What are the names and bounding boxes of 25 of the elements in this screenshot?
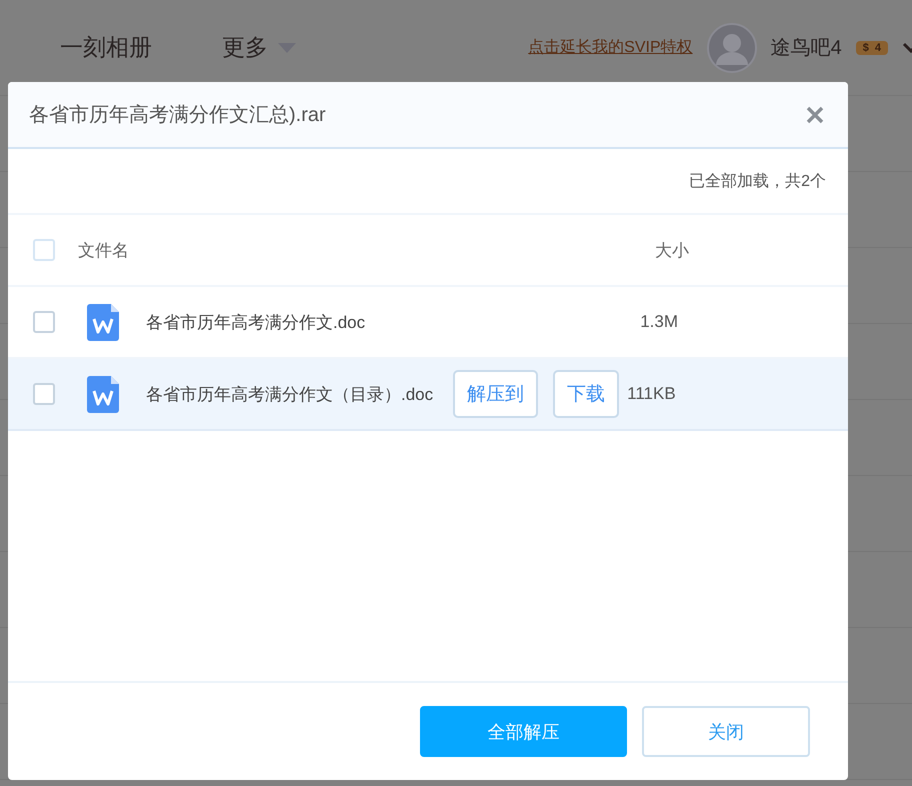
column-header: 文件名 <box>78 240 129 262</box>
file-name: 各省市历年高考满分作文（目录）.doc <box>146 384 434 406</box>
user-name[interactable]: 途鸟吧4 <box>770 34 842 61</box>
file-name: 各省市历年高考满分作文.doc <box>146 312 366 334</box>
svip-link[interactable]: 点击延长我的SVIP特权 <box>528 37 693 58</box>
close-button[interactable] <box>806 106 824 124</box>
row-action-button[interactable]: 下载 <box>553 370 620 418</box>
word-file-icon <box>87 304 119 340</box>
file-size: 1.3M <box>640 312 678 332</box>
file-size: 111KB <box>627 384 676 404</box>
load-status: 已全部加载，共2个 <box>689 172 826 192</box>
word-file-icon <box>87 376 119 412</box>
avatar-icon[interactable] <box>706 22 757 72</box>
close-dialog-button[interactable]: 关闭 <box>642 706 810 757</box>
row-action-button[interactable]: 解压到 <box>453 370 538 418</box>
row-checkbox[interactable] <box>33 311 55 333</box>
nav-item[interactable]: 一刻相册 <box>60 32 152 63</box>
level-badge: $ 4 <box>856 40 888 54</box>
select-all-checkbox[interactable] <box>33 239 55 261</box>
dialog-title: 各省市历年高考满分作文汇总).rar <box>29 103 327 128</box>
file-row[interactable]: 各省市历年高考满分作文（目录）.doc 解压到 下载 111KB <box>8 359 848 431</box>
column-header: 大小 <box>655 240 689 262</box>
extract-all-button[interactable]: 全部解压 <box>420 706 627 757</box>
nav-item[interactable]: 更多 <box>222 32 296 63</box>
row-checkbox[interactable] <box>33 383 55 405</box>
